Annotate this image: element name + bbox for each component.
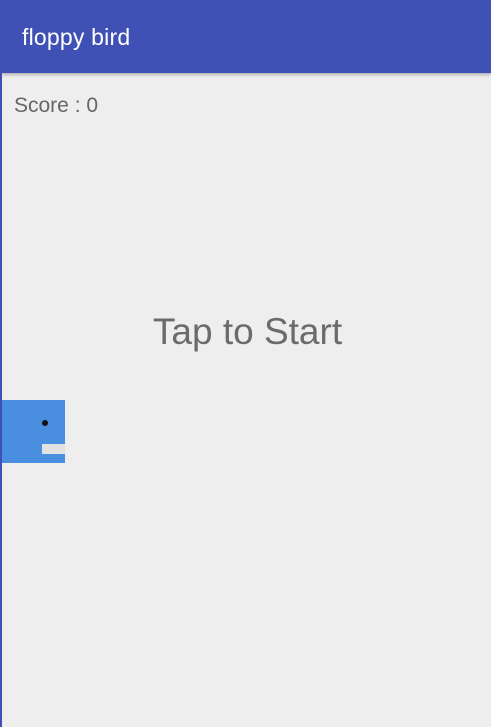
app-bar: floppy bird [2,0,491,73]
bird-sprite [2,400,65,463]
bird-beak [42,444,65,454]
tap-to-start-prompt[interactable]: Tap to Start [2,311,491,353]
score-label: Score : 0 [14,94,99,117]
bird-eye [42,420,48,426]
app-title: floppy bird [22,24,131,50]
game-screen[interactable]: floppy bird Score : 0 Tap to Start [0,0,491,727]
